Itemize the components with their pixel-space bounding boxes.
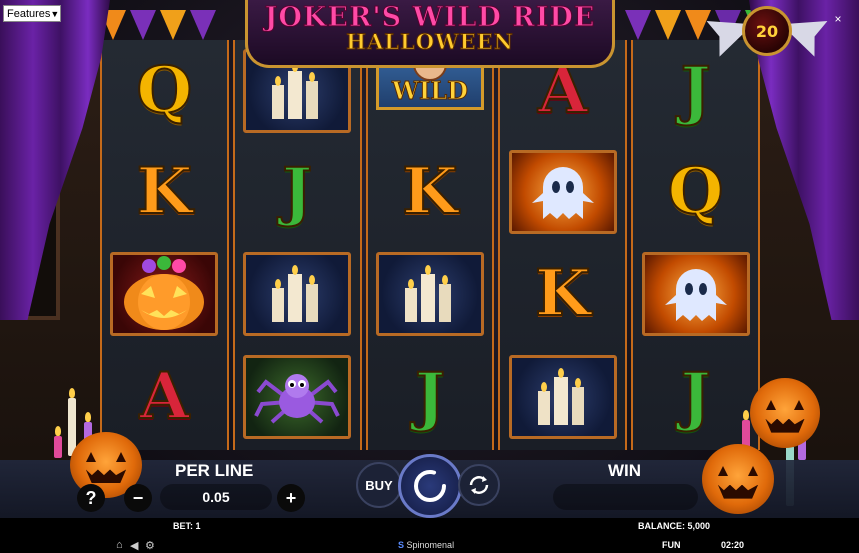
sound-icon[interactable]: ◀ xyxy=(130,539,138,552)
letter-j-symbol: J xyxy=(679,359,711,434)
features-select[interactable]: Features ▼ xyxy=(3,5,61,22)
reel-cell xyxy=(368,243,493,345)
chevron-down-icon: ▼ xyxy=(50,8,60,19)
reel-cell: K xyxy=(368,141,493,243)
letter-k-symbol: K xyxy=(136,154,194,229)
reel-cell: A xyxy=(102,346,227,448)
spin-button[interactable] xyxy=(398,454,462,518)
candy-ball: 20 xyxy=(742,6,792,56)
letter-j-symbol: J xyxy=(679,53,711,128)
reel-cell: Q xyxy=(633,141,758,243)
buy-feature-button[interactable]: BUY xyxy=(356,462,402,508)
help-button[interactable]: ? xyxy=(77,484,105,512)
bet-decrease-button[interactable]: − xyxy=(124,484,152,512)
letter-k-symbol: K xyxy=(534,256,592,331)
per-line-value: 0.05 xyxy=(160,484,272,510)
provider-mark-icon: S xyxy=(398,540,405,550)
reel-column: J xyxy=(232,40,362,450)
reel-cell xyxy=(235,346,360,448)
spider-icon xyxy=(254,374,340,424)
game-logo: JOKER'S WILD RIDE HALLOWEEN xyxy=(245,0,615,68)
ghost-symbol xyxy=(641,252,750,336)
candles-icon xyxy=(272,62,319,119)
reel-column: WILD K J xyxy=(365,40,495,450)
reel-cell xyxy=(500,141,625,243)
reel-cell xyxy=(235,243,360,345)
candles-icon xyxy=(404,265,451,322)
candy-multiplier-badge: 20 xyxy=(712,0,822,70)
spin-icon xyxy=(414,470,446,502)
home-icon[interactable]: ⌂ xyxy=(116,539,123,551)
balance-display: BALANCE: 5,000 xyxy=(638,521,711,531)
status-footer: BET: 1 BALANCE: 5,000 ⌂ ◀ ⚙ S Spinomenal… xyxy=(0,518,859,553)
features-select-label: Features xyxy=(7,7,51,20)
reel-column: QK A xyxy=(100,40,229,450)
control-bar: ? − PER LINE 0.05 + BUY WIN xyxy=(0,432,859,518)
close-button[interactable]: × xyxy=(831,12,845,26)
candle-decor xyxy=(54,426,62,458)
badge-value: 20 xyxy=(755,21,779,41)
reel-cell: Q xyxy=(102,40,227,142)
candles-symbol xyxy=(375,252,484,336)
ghost-icon xyxy=(664,269,727,321)
letter-a-symbol: A xyxy=(537,53,589,128)
bet-display: BET: 1 xyxy=(173,521,201,531)
reel-grid: Q K A J WILD K J A K J Q J xyxy=(100,40,760,450)
clock: 02:20 xyxy=(721,540,745,550)
reel-column: AK xyxy=(498,40,628,450)
reel-column: JQJ xyxy=(631,40,760,450)
ghost-icon xyxy=(531,167,594,219)
per-line-label: PER LINE xyxy=(175,461,254,480)
reel-cell: K xyxy=(500,243,625,345)
candles-symbol xyxy=(508,355,617,439)
letter-j-symbol: J xyxy=(414,359,446,434)
reel-cell xyxy=(500,346,625,448)
win-label: WIN xyxy=(608,461,642,480)
provider-logo: S Spinomenal xyxy=(398,540,454,550)
reel-cell: J xyxy=(368,346,493,448)
letter-q-symbol: Q xyxy=(136,53,194,128)
ghost-symbol xyxy=(508,150,617,234)
settings-icon[interactable]: ⚙ xyxy=(145,539,155,552)
pumpkin-decor xyxy=(750,378,820,448)
letter-q-symbol: Q xyxy=(667,154,725,229)
autoplay-icon xyxy=(469,476,489,494)
reel-cell: K xyxy=(102,141,227,243)
autoplay-button[interactable] xyxy=(458,464,500,506)
candles-icon xyxy=(272,265,319,322)
reel-cell xyxy=(102,243,227,345)
reel-cell xyxy=(633,243,758,345)
spider-symbol xyxy=(243,355,352,439)
letter-j-symbol: J xyxy=(281,154,313,229)
pumpkin-symbol xyxy=(110,252,219,336)
reel-cell: J xyxy=(235,141,360,243)
pumpkin-candy-icon xyxy=(124,256,205,330)
provider-name: Spinomenal xyxy=(406,540,455,550)
wild-label: WILD xyxy=(392,76,469,106)
letter-a-symbol: A xyxy=(139,359,191,434)
game-mode: FUN xyxy=(662,540,681,550)
pumpkin-decor xyxy=(702,444,774,514)
game-stage: Q K A J WILD K J A K J Q J JOKER'S WILD RIDE HALLOW… xyxy=(0,0,859,553)
bet-increase-button[interactable]: + xyxy=(277,484,305,512)
candles-symbol xyxy=(243,252,352,336)
candles-icon xyxy=(537,368,584,425)
letter-k-symbol: K xyxy=(401,154,459,229)
win-value xyxy=(553,484,698,510)
reel-cell: J xyxy=(633,346,758,448)
